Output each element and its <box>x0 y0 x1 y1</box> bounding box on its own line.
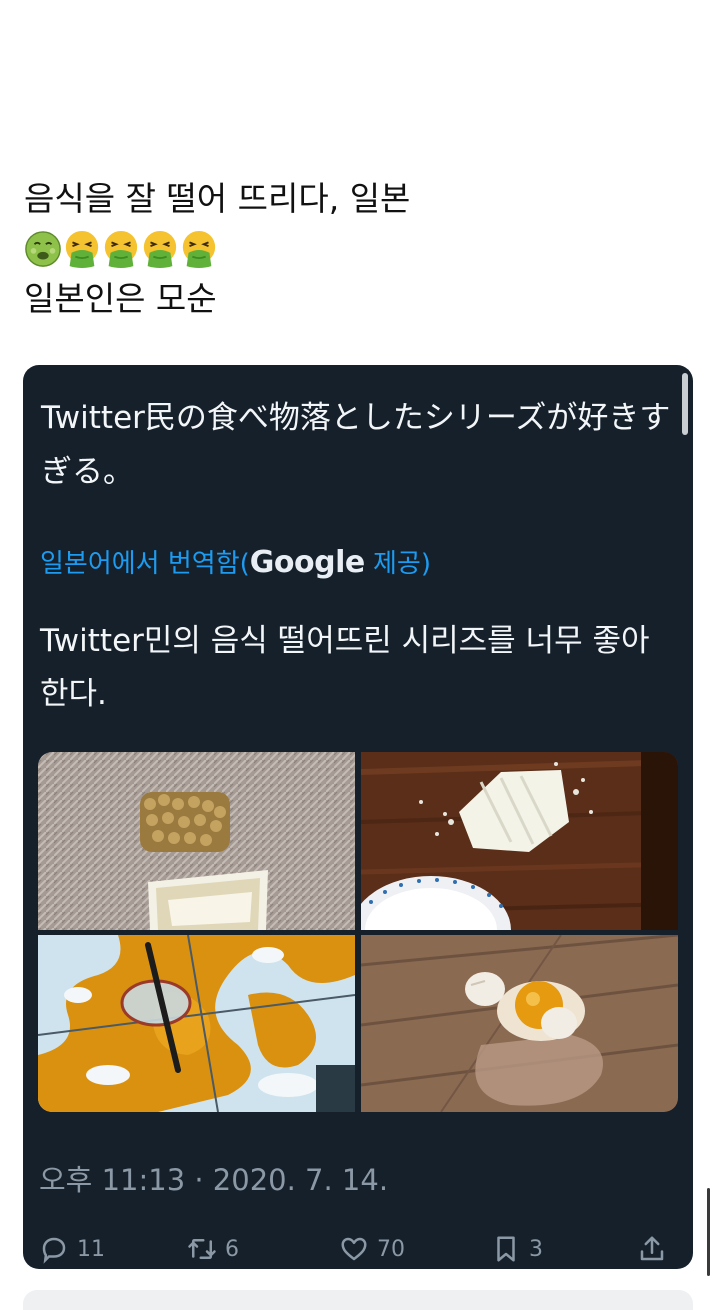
vomiting-face-icon <box>143 230 177 268</box>
bookmark-icon <box>497 1236 515 1262</box>
vomiting-face-icon <box>182 230 216 268</box>
heart-icon <box>341 1237 367 1261</box>
photo-egg-image <box>361 935 678 1112</box>
next-card-edge <box>23 1290 693 1310</box>
tweet-original-text: Twitter民の食べ物落としたシリーズが好きすぎる。 <box>41 400 671 490</box>
bookmark-count: 3 <box>529 1236 543 1262</box>
emoji-row <box>24 224 410 274</box>
card-scrollbar[interactable] <box>682 373 688 435</box>
google-brand: Google <box>249 545 365 580</box>
post-line-3: 일본인은 모순 <box>24 279 217 318</box>
tweet-actions-bar: 11 6 70 3 <box>23 1229 693 1269</box>
post-line-1: 음식을 잘 떨어 뜨리다, 일본 <box>24 179 411 218</box>
tweet-timestamp: 오후 11:13 · 2020. 7. 14. <box>39 1163 389 1197</box>
vomiting-face-icon <box>104 230 138 268</box>
photo-spilled-drink-image <box>38 935 355 1112</box>
like-button[interactable]: 70 <box>339 1229 405 1269</box>
page-scrollbar[interactable] <box>707 1188 710 1276</box>
translated-by-google-link[interactable]: 일본어에서 번역함(Google 제공) <box>40 543 431 584</box>
reply-button[interactable]: 11 <box>39 1229 105 1269</box>
retweet-count: 6 <box>225 1236 239 1262</box>
nauseated-face-icon <box>25 231 61 267</box>
tweet-translated-text: Twitter민의 음식 떨어뜨린 시리즈를 너무 좋아한다. <box>40 623 650 712</box>
retweet-icon <box>188 1239 216 1259</box>
share-icon <box>640 1236 664 1261</box>
retweet-button[interactable]: 6 <box>187 1229 239 1269</box>
photo-natto-on-carpet[interactable] <box>38 752 355 930</box>
like-count: 70 <box>377 1236 405 1262</box>
photo-spilled-drink[interactable] <box>38 935 355 1112</box>
share-button[interactable] <box>637 1229 667 1269</box>
photo-egg-on-floor[interactable] <box>361 935 678 1112</box>
bookmark-button[interactable]: 3 <box>491 1229 543 1269</box>
post-body: 음식을 잘 떨어 뜨리다, 일본 일본인은 모순 <box>24 174 410 324</box>
translated-by-suffix: 제공) <box>364 549 431 579</box>
translated-by-prefix: 일본어에서 번역함( <box>40 549 250 579</box>
reply-icon <box>42 1237 66 1264</box>
tweet-card[interactable]: Twitter民の食べ物落としたシリーズが好きすぎる。 일본어에서 번역함(Go… <box>23 365 693 1269</box>
photo-tofu-image <box>361 752 678 930</box>
reply-count: 11 <box>77 1236 105 1262</box>
vomiting-face-icon <box>65 230 99 268</box>
photo-natto-image <box>38 752 355 930</box>
photo-tofu-on-table[interactable] <box>361 752 678 930</box>
photo-grid <box>38 752 678 1112</box>
